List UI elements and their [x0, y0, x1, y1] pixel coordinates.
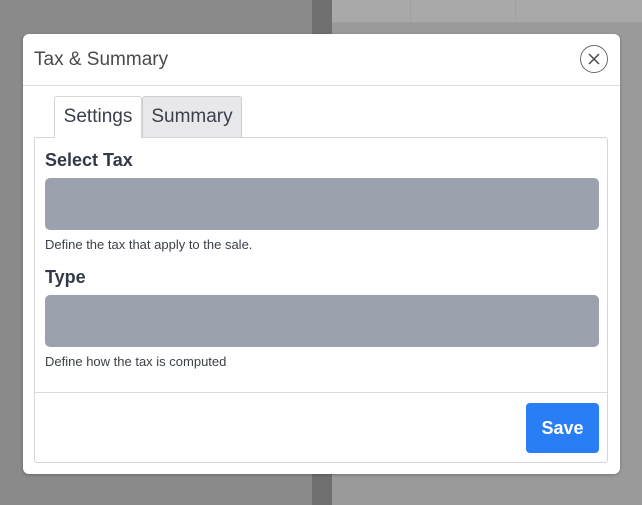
select-tax-label: Select Tax — [45, 150, 133, 170]
background-toolbar-cell — [515, 0, 576, 22]
select-tax-help: Define the tax that apply to the sale. — [45, 237, 253, 252]
tab-summary[interactable]: Summary — [142, 96, 242, 137]
footer-divider — [35, 392, 607, 393]
background-toolbar — [332, 0, 642, 23]
close-button[interactable] — [580, 45, 608, 73]
close-icon — [588, 53, 600, 65]
background-toolbar-cell — [410, 0, 471, 22]
tab-settings[interactable]: Settings — [54, 96, 142, 138]
type-help: Define how the tax is computed — [45, 354, 227, 369]
settings-panel: Select Tax Define the tax that apply to … — [34, 137, 608, 463]
type-dropdown[interactable] — [45, 295, 599, 347]
dialog-header: Tax & Summary — [23, 34, 620, 86]
select-tax-dropdown[interactable] — [45, 178, 599, 230]
tax-summary-dialog: Tax & Summary Settings Summary Select Ta… — [23, 34, 620, 474]
save-button[interactable]: Save — [526, 403, 599, 453]
dialog-title: Tax & Summary — [34, 49, 169, 70]
type-label: Type — [45, 267, 86, 287]
